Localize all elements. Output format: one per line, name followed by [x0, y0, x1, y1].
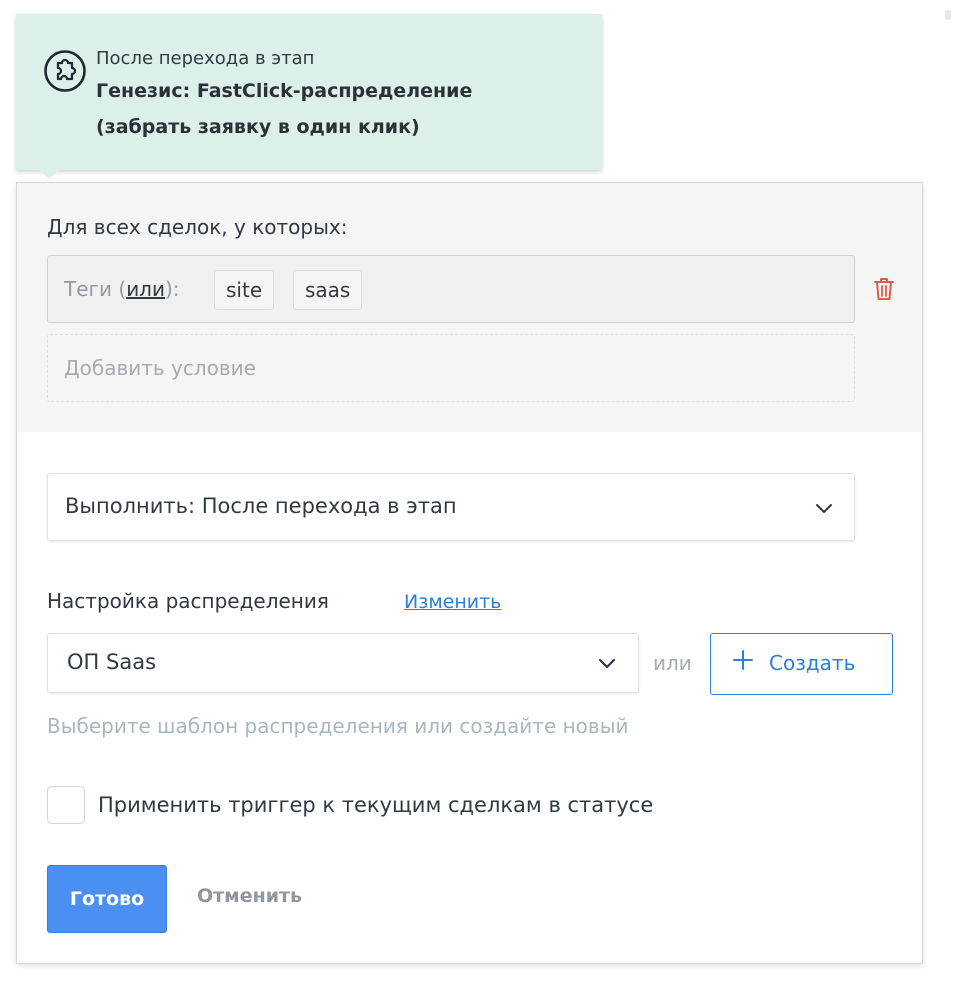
trigger-name: Генезис: FastClick-распределение: [96, 80, 473, 102]
change-link[interactable]: Изменить: [404, 591, 501, 613]
add-condition-button[interactable]: Добавить условие: [47, 334, 855, 402]
trigger-settings-panel: Для всех сделок, у которых: Теги (или): …: [16, 182, 923, 964]
tag-chip-saas[interactable]: saas: [293, 270, 363, 310]
create-template-button[interactable]: Создать: [710, 633, 893, 695]
conditions-title: Для всех сделок, у которых:: [47, 215, 348, 239]
chevron-down-icon: [816, 504, 832, 513]
distribution-template-select[interactable]: ОП Saas: [47, 633, 639, 693]
done-button[interactable]: Готово: [47, 865, 167, 933]
trash-icon[interactable]: [872, 276, 896, 302]
cancel-button[interactable]: Отменить: [197, 885, 302, 907]
add-condition-label: Добавить условие: [64, 356, 256, 380]
apply-to-current-checkbox[interactable]: [47, 786, 85, 824]
chevron-down-icon: [598, 658, 616, 669]
apply-to-current-label[interactable]: Применить триггер к текущим сделкам в ст…: [98, 793, 653, 817]
distribution-title: Настройка распределения: [47, 589, 329, 613]
trigger-header-card: После перехода в этап Генезис: FastClick…: [16, 14, 602, 179]
trigger-event-label: После перехода в этап: [96, 48, 315, 69]
conditions-section: Для всех сделок, у которых: Теги (или): …: [17, 183, 922, 432]
tag-chip-site[interactable]: site: [214, 270, 275, 310]
tags-operator-link[interactable]: или: [126, 277, 165, 301]
create-button-label: Создать: [769, 651, 856, 675]
header-pointer: [38, 169, 60, 179]
plus-icon: [733, 650, 753, 670]
puzzle-icon: [44, 50, 86, 92]
template-hint: Выберите шаблон распределения или создай…: [47, 714, 629, 738]
template-select-value: ОП Saas: [67, 650, 157, 674]
or-label: или: [653, 651, 692, 675]
trigger-description: (забрать заявку в один клик): [96, 116, 420, 138]
execute-select[interactable]: Выполнить: После перехода в этап: [47, 473, 855, 541]
corner-marker: [945, 10, 951, 20]
tags-label: Теги (или):: [64, 277, 180, 301]
tags-condition[interactable]: Теги (или): site saas: [47, 255, 855, 323]
execute-select-value: Выполнить: После перехода в этап: [65, 494, 457, 518]
